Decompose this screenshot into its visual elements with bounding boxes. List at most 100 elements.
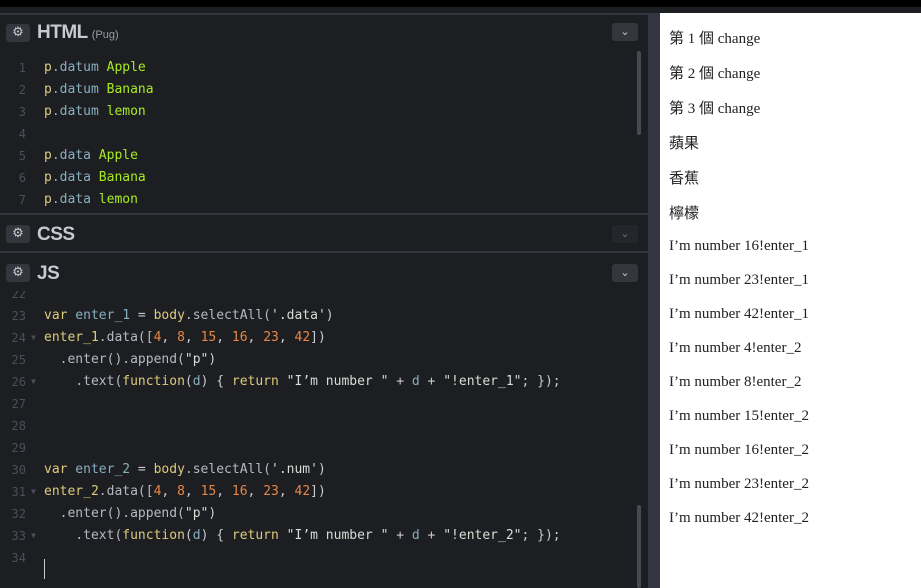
pug-class: .datum — [51, 60, 99, 75]
code-text: p.datum Apple — [44, 57, 146, 79]
code-line: 24 ▼ enter_1.data([4, 8, 15, 16, 23, 42]) — [0, 327, 640, 349]
pug-class: .datum — [51, 82, 99, 97]
number: 15 — [200, 330, 217, 345]
pug-text: lemon — [98, 104, 146, 119]
pug-tag: p — [44, 104, 52, 119]
line-number: 22 — [11, 291, 26, 301]
code-line: 5 p.data Apple — [0, 145, 640, 167]
number: 42 — [294, 330, 311, 345]
line-number: 25 — [11, 353, 26, 367]
operator: + — [419, 528, 444, 543]
output-paragraph: I’m number 23!enter_1 — [669, 272, 809, 288]
keyword: var — [44, 308, 68, 323]
output-paragraph: I’m number 16!enter_1 — [669, 238, 809, 254]
paren: ( — [184, 374, 193, 389]
output-paragraph: I’m number 42!enter_1 — [669, 306, 809, 322]
js-settings-gear-icon[interactable]: ⚙ — [6, 264, 30, 282]
operator: + — [396, 528, 412, 543]
string: "p" — [184, 352, 209, 367]
pug-class: .data — [51, 148, 91, 163]
fold-marker-icon: ▼ — [31, 487, 36, 496]
method: .selectAll( — [184, 308, 271, 323]
js-scrollbar[interactable] — [637, 505, 641, 588]
code-line: 28 — [0, 415, 640, 437]
line-number: 34 — [11, 551, 26, 565]
line-number: 26 — [11, 375, 26, 389]
number: 8 — [177, 484, 185, 499]
output-paragraph: I’m number 42!enter_2 — [669, 510, 809, 526]
comma: , — [216, 330, 232, 345]
code-text: p.data lemon — [44, 189, 138, 211]
js-code-editor[interactable]: 22 23 var enter_1 = body.selectAll('.data'… — [0, 291, 648, 588]
code-text: .enter().append("p") — [44, 503, 217, 525]
code-line: 31 ▼ enter_2.data([4, 8, 15, 16, 23, 42]) — [0, 481, 640, 503]
fold-marker-icon: ▼ — [31, 531, 36, 540]
html-scrollbar[interactable] — [637, 51, 641, 135]
code-line: 6 p.data Banana — [0, 167, 640, 189]
html-code-editor[interactable]: 1 p.datum Apple 2 p.datum Banana 3 p.datum le… — [0, 51, 648, 213]
param: d — [192, 528, 201, 543]
js-collapse-chevron-down-icon[interactable]: ⌄ — [612, 264, 638, 282]
pug-tag: p — [44, 82, 52, 97]
pug-class: .data — [51, 170, 91, 185]
variable: enter_2 — [67, 462, 131, 477]
pane-resize-handle[interactable] — [648, 13, 660, 588]
output-paragraph: I’m number 16!enter_2 — [669, 442, 809, 458]
line-number: 28 — [11, 419, 26, 433]
code-line: 29 — [0, 437, 640, 459]
number: 23 — [263, 484, 279, 499]
css-collapse-chevron-down-icon[interactable]: ⌄ — [612, 225, 638, 243]
identifier: body — [153, 308, 185, 323]
brace: ) { — [200, 374, 232, 389]
paren: ) — [317, 462, 326, 477]
pug-tag: p — [44, 148, 52, 163]
identifier: body — [153, 462, 185, 477]
html-collapse-chevron-down-icon[interactable]: ⌄ — [612, 23, 638, 41]
method: .data([ — [98, 484, 154, 499]
code-text: var enter_2 = body.selectAll('.num') — [44, 459, 326, 481]
punct: ; }); — [521, 374, 561, 389]
paren: ) — [208, 352, 217, 367]
paren: ) — [208, 506, 217, 521]
number: 42 — [294, 484, 311, 499]
line-number: 3 — [18, 105, 26, 119]
method: .text( — [75, 374, 123, 389]
text-cursor — [44, 559, 45, 579]
paren: ]) — [310, 484, 326, 499]
output-paragraph: 第 3 個 change — [669, 101, 761, 117]
code-text: p.data Apple — [44, 145, 138, 167]
pug-class: .datum — [51, 104, 99, 119]
string: '.num' — [271, 462, 318, 477]
number: 16 — [231, 484, 248, 499]
code-text: p.data Banana — [44, 167, 146, 189]
editor-column: ⚙ HTML (Pug) ⌄ 1 p.datum Apple 2 p.datum Ban… — [0, 13, 648, 588]
string: "!enter_2" — [443, 528, 522, 543]
method: .text( — [75, 528, 123, 543]
pug-text: Banana — [90, 170, 146, 185]
line-number: 7 — [18, 193, 26, 207]
keyword: function — [122, 528, 185, 543]
operator: = — [130, 462, 154, 477]
line-number: 30 — [11, 463, 26, 477]
code-text: enter_1.data([4, 8, 15, 16, 23, 42]) — [44, 327, 326, 349]
html-title-text: HTML — [37, 22, 88, 43]
comma: , — [278, 330, 295, 345]
js-pane-header: ⚙ JS ⌄ — [0, 251, 648, 291]
keyword: function — [122, 374, 185, 389]
identifier: enter_2 — [44, 484, 99, 499]
operator: + — [419, 374, 444, 389]
line-number: 2 — [18, 83, 26, 97]
line-number: 24 — [11, 331, 26, 345]
css-settings-gear-icon[interactable]: ⚙ — [6, 225, 30, 243]
variable: d — [411, 374, 420, 389]
output-paragraph: 第 1 個 change — [669, 31, 761, 47]
comma: , — [161, 330, 178, 345]
comma: , — [278, 484, 295, 499]
code-line: 30 var enter_2 = body.selectAll('.num') — [0, 459, 640, 481]
comma: , — [216, 484, 232, 499]
js-pane-title: JS — [37, 263, 60, 284]
html-settings-gear-icon[interactable]: ⚙ — [6, 24, 30, 42]
